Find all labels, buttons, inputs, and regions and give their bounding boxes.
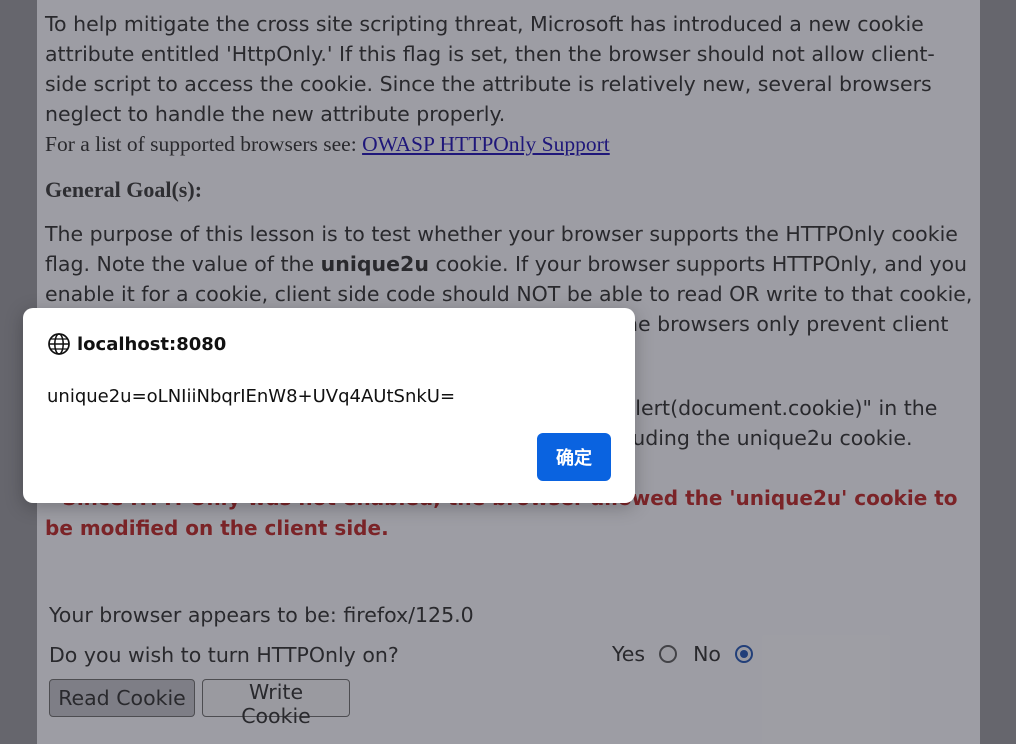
dialog-origin: localhost:8080 (77, 333, 227, 355)
ok-button[interactable]: 确定 (537, 433, 611, 481)
alert-dialog: localhost:8080 unique2u=oLNIiiNbqrIEnW8+… (23, 308, 635, 503)
dialog-message: unique2u=oLNIiiNbqrIEnW8+UVq4AUtSnkU= (47, 386, 456, 407)
globe-icon (48, 333, 70, 355)
dialog-header: localhost:8080 (47, 332, 226, 356)
